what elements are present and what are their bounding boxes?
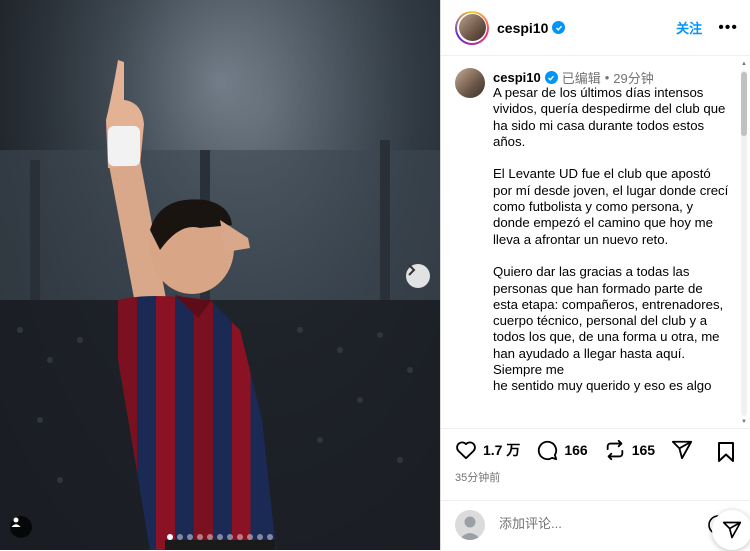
carousel-dot (257, 534, 263, 540)
verified-icon (544, 71, 558, 84)
comment-icon (538, 440, 558, 461)
repost-icon (606, 439, 623, 461)
caption-area: cespi10 已编辑 • 29分钟 A pesar de los último… (441, 56, 750, 428)
carousel-dot (167, 534, 173, 540)
caption-avatar[interactable] (455, 68, 485, 98)
scroll-up-icon[interactable]: ▲ (741, 60, 747, 68)
default-avatar-icon (459, 516, 481, 540)
verified-icon (552, 21, 566, 34)
post-timestamp: 35分钟前 (455, 472, 501, 484)
separator: • (604, 70, 610, 85)
post-header: cespi10 关注 ••• (441, 0, 750, 56)
carousel-dot (267, 534, 273, 540)
carousel-dot (227, 534, 233, 540)
follow-button[interactable]: 关注 (676, 18, 702, 37)
avatar[interactable] (455, 10, 489, 45)
carousel-dot (237, 534, 243, 540)
scroll-thumb[interactable] (741, 72, 747, 136)
comment-input[interactable] (497, 515, 691, 532)
carousel-dot (177, 534, 183, 540)
repost-button[interactable]: 165 (604, 439, 655, 461)
comment-bar (441, 500, 750, 551)
scroll-down-icon[interactable]: ▼ (741, 418, 747, 426)
send-icon (671, 440, 693, 460)
more-options-icon[interactable]: ••• (718, 19, 738, 37)
carousel-dot (207, 534, 213, 540)
player-photo (0, 0, 440, 550)
comment-count: 166 (564, 442, 588, 458)
repost-count: 165 (631, 442, 656, 458)
chevron-right-icon (408, 264, 416, 276)
next-image-button[interactable] (406, 264, 430, 288)
header-username[interactable]: cespi10 (497, 20, 548, 36)
send-icon (722, 521, 742, 539)
share-button[interactable] (671, 439, 693, 461)
carousel-dot (197, 534, 203, 540)
person-icon (11, 517, 21, 527)
like-button[interactable]: 1.7 万 (455, 440, 520, 460)
comment-button[interactable]: 166 (536, 439, 588, 461)
carousel-dot (247, 534, 253, 540)
caption-scrollbar[interactable]: ▲ ▼ (741, 60, 747, 426)
bookmark-icon (718, 442, 734, 462)
carousel-indicator (0, 534, 440, 540)
save-button[interactable] (717, 441, 735, 468)
heart-icon (456, 441, 476, 460)
action-bar: 1.7 万 166 165 35分钟前 (441, 428, 750, 489)
messages-button[interactable] (712, 510, 750, 550)
my-avatar (455, 510, 485, 540)
carousel-dot (187, 534, 193, 540)
caption-text: A pesar de los últimos días intensos viv… (493, 85, 729, 394)
carousel-dot (217, 534, 223, 540)
like-count: 1.7 万 (483, 442, 521, 458)
caption-username[interactable]: cespi10 (493, 70, 541, 85)
post-panel: cespi10 关注 ••• cespi10 已编辑 • 29分钟 A pesa… (440, 0, 750, 550)
post-image[interactable] (0, 0, 440, 550)
